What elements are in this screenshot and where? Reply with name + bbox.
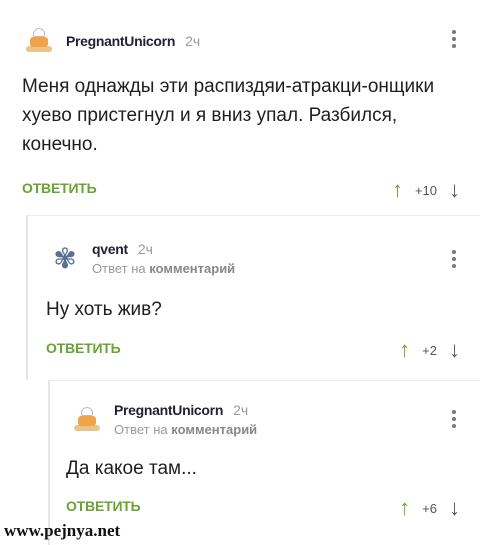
username[interactable]: PregnantUnicorn xyxy=(114,402,223,418)
comment-header: PregnantUnicorn 2ч Ответ на комментарий xyxy=(70,402,257,437)
upvote-arrow-icon[interactable]: ↑ xyxy=(399,497,410,519)
more-options-icon[interactable] xyxy=(452,30,458,48)
reply-button[interactable]: ОТВЕТИТЬ xyxy=(22,180,97,196)
comment-score: +10 xyxy=(414,182,437,198)
vote-controls: ↑ +2 ↓ xyxy=(399,339,460,361)
comment-meta: PregnantUnicorn 2ч xyxy=(66,33,200,49)
reply-to-link[interactable]: комментарий xyxy=(149,261,235,276)
timestamp: 2ч xyxy=(137,241,153,257)
comment-text: Да какое там... xyxy=(66,458,197,479)
watermark: www.pejnya.net xyxy=(4,521,121,540)
comment-text: Ну хоть жив? xyxy=(46,299,162,320)
comment-meta: PregnantUnicorn 2ч Ответ на комментарий xyxy=(114,402,257,437)
comment-actions: ОТВЕТИТЬ ↑ +10 ↓ xyxy=(0,179,480,201)
reply-to-label: Ответ на комментарий xyxy=(92,261,236,276)
downvote-arrow-icon[interactable]: ↓ xyxy=(449,497,460,519)
comment: PregnantUnicorn 2ч Меня однажды эти расп… xyxy=(0,0,480,215)
comment-text: Меня однажды эти распиздяи-атракци-онщик… xyxy=(22,76,435,155)
username[interactable]: qvent xyxy=(92,241,128,257)
avatar[interactable] xyxy=(22,26,56,56)
upvote-arrow-icon[interactable]: ↑ xyxy=(392,179,403,201)
comment-actions: ОТВЕТИТЬ ↑ +6 ↓ xyxy=(50,497,480,519)
downvote-arrow-icon[interactable]: ↓ xyxy=(449,179,460,201)
downvote-arrow-icon[interactable]: ↓ xyxy=(449,339,460,361)
comment-header: ✾ qvent 2ч Ответ на комментарий xyxy=(48,241,235,276)
more-options-icon[interactable] xyxy=(452,250,458,268)
comment-meta: qvent 2ч Ответ на комментарий xyxy=(92,241,235,276)
reply-to-label: Ответ на комментарий xyxy=(114,422,258,437)
vote-controls: ↑ +6 ↓ xyxy=(399,497,460,519)
comment-actions: ОТВЕТИТЬ ↑ +2 ↓ xyxy=(28,339,480,361)
vote-controls: ↑ +10 ↓ xyxy=(392,179,460,201)
comment-score: +6 xyxy=(422,500,437,516)
comment-score: +2 xyxy=(422,342,437,358)
timestamp: 2ч xyxy=(185,33,201,49)
username[interactable]: PregnantUnicorn xyxy=(66,33,175,49)
comment-reply: ✾ qvent 2ч Ответ на комментарий Ну хоть … xyxy=(26,215,480,380)
upvote-arrow-icon[interactable]: ↑ xyxy=(399,339,410,361)
avatar[interactable]: ✾ xyxy=(48,243,82,274)
comment-header: PregnantUnicorn 2ч xyxy=(22,26,200,56)
avatar[interactable] xyxy=(70,405,104,435)
more-options-icon[interactable] xyxy=(452,410,458,428)
reply-button[interactable]: ОТВЕТИТЬ xyxy=(46,340,121,356)
timestamp: 2ч xyxy=(233,402,249,418)
reply-button[interactable]: ОТВЕТИТЬ xyxy=(66,498,141,514)
reply-to-link[interactable]: комментарий xyxy=(171,422,257,437)
